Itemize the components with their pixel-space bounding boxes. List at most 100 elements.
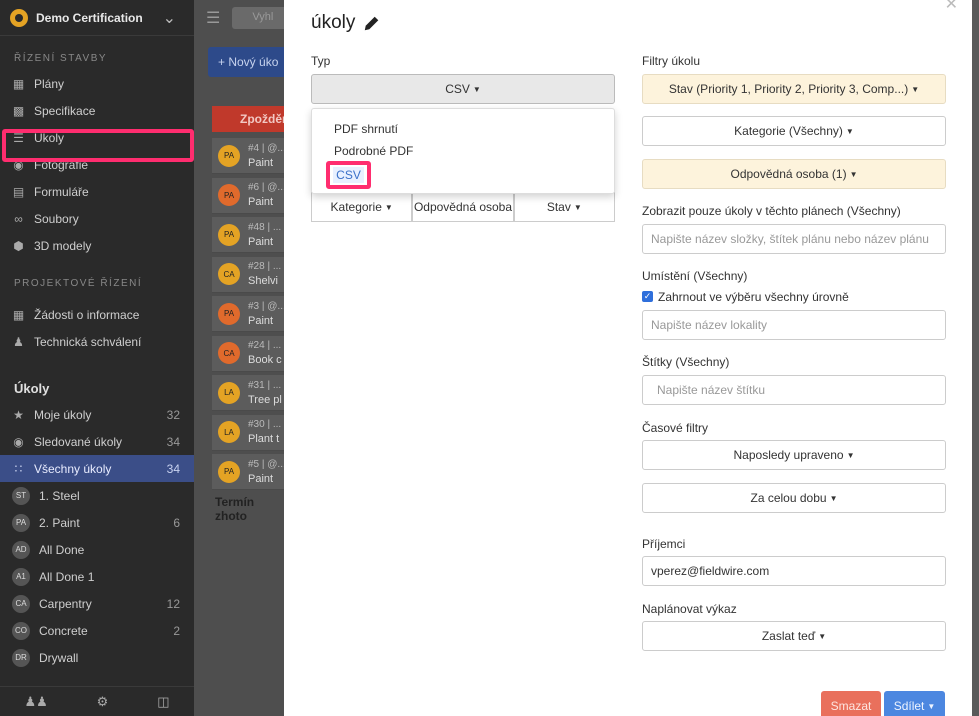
sidebar-item-plans[interactable]: ▦ Plány	[0, 70, 194, 97]
task-name: Tree pl	[248, 393, 282, 406]
option-pdf-summary[interactable]: PDF shrnutí	[334, 122, 398, 136]
status-filter[interactable]: Stav (Priority 1, Priority 2, Priority 3…	[642, 74, 946, 104]
time-filter-modified[interactable]: Naposledy upraveno ▼	[642, 440, 946, 470]
sidebar-item-category[interactable]: A1 All Done 1	[0, 563, 194, 590]
category-badge: DR	[12, 648, 30, 667]
assignee-filter[interactable]: Odpovědná osoba (1) ▼	[642, 159, 946, 189]
task-name: Book c	[248, 354, 282, 366]
type-label: Typ	[311, 54, 331, 68]
task-row[interactable]: CA #24 | ... Book c	[212, 335, 292, 372]
tags-input[interactable]: Napište název štítku	[642, 375, 946, 405]
task-pin: PA	[218, 184, 240, 206]
task-name: Shelvi	[248, 275, 278, 287]
modal-title: úkoly	[311, 12, 381, 34]
category-count: 2	[173, 623, 180, 638]
task-row[interactable]: PA #5 | @... Paint	[212, 454, 292, 490]
app: Demo Certification ⌄ ŘÍZENÍ STAVBY ▦ Plán…	[0, 0, 979, 716]
task-text: #30 | ... Plant t	[248, 418, 281, 446]
gear-icon[interactable]: ⚙	[97, 694, 109, 710]
share-button[interactable]: Sdílet ▼	[884, 691, 945, 716]
tasks-title: Úkoly	[14, 380, 50, 396]
category-filter[interactable]: Kategorie (Všechny) ▼	[642, 116, 946, 146]
task-id: #5 | @...	[248, 458, 286, 470]
task-row[interactable]: PA #3 | @... Paint	[212, 296, 292, 332]
hamburger-icon[interactable]: ☰	[206, 8, 220, 28]
sidebar-item-forms[interactable]: ▤ Formuláře	[0, 178, 194, 205]
backdrop-edge	[972, 0, 979, 716]
sidebar-item-category[interactable]: PA 2. Paint 6	[0, 509, 194, 536]
sidebar-item-files[interactable]: ∞ Soubory	[0, 205, 194, 232]
sidebar-item-3d[interactable]: ⬢ 3D modely	[0, 232, 194, 259]
task-row[interactable]: LA #30 | ... Plant t	[212, 414, 292, 451]
task-row[interactable]: PA #6 | @... Paint	[212, 177, 292, 214]
late-header: Zpožděn	[212, 106, 292, 132]
task-text: #4 | @... Paint	[248, 142, 286, 170]
person-icon: ♟	[13, 334, 24, 349]
recipients-label: Příjemci	[642, 537, 686, 551]
task-pin: PA	[218, 302, 240, 325]
task-row[interactable]: PA #48 | ... Paint	[212, 217, 292, 253]
task-name: Paint	[248, 235, 274, 248]
category-badge: PA	[12, 513, 30, 532]
section-project: PROJEKTOVÉ ŘÍZENÍ	[14, 277, 143, 289]
sidebar-item-all-tasks[interactable]: ∷ Všechny úkoly 34	[0, 455, 194, 482]
sidebar-item-category[interactable]: AD All Done	[0, 536, 194, 563]
paperclip-icon: ∞	[14, 211, 23, 226]
time-filter-range[interactable]: Za celou dobu ▼	[642, 483, 946, 513]
filters-label: Filtry úkolu	[642, 54, 701, 68]
sidebar-item-tasks[interactable]: ☰ Úkoly	[0, 124, 194, 151]
option-csv[interactable]: CSV	[326, 161, 371, 189]
task-row[interactable]: LA #31 | ... Tree pl	[212, 375, 292, 411]
trash-icon[interactable]: ◫	[157, 694, 169, 710]
category-label: Drywall	[39, 650, 79, 665]
category-label: All Done	[39, 542, 85, 557]
project-switcher[interactable]: Demo Certification ⌄	[0, 0, 194, 36]
tab-category[interactable]: Kategorie ▼	[311, 192, 413, 222]
include-levels-checkbox[interactable]: ✓	[642, 291, 653, 302]
sidebar-item-my-tasks[interactable]: ★ Moje úkoly 32	[0, 401, 194, 428]
sidebar-item-submittals[interactable]: ♟ Technická schválení	[0, 328, 194, 355]
grid-icon: ∷	[14, 461, 23, 476]
sidebar-item-watched[interactable]: ◉ Sledované úkoly 34	[0, 428, 194, 455]
sidebar-item-category[interactable]: ST 1. Steel	[0, 482, 194, 509]
task-id: #48 | ...	[248, 221, 282, 233]
task-row[interactable]: CA #28 | ... Shelvi	[212, 256, 292, 293]
sidebar: Demo Certification ⌄ ŘÍZENÍ STAVBY ▦ Plán…	[0, 0, 194, 716]
export-modal: úkoly ✕ Typ CSV ▼ Kategorie ▼ Odpovědná os…	[284, 0, 972, 716]
category-label: All Done 1	[39, 569, 95, 584]
category-label: Concrete	[39, 623, 88, 638]
option-pdf-detail[interactable]: Podrobné PDF	[334, 144, 413, 158]
schedule-select[interactable]: Zaslat teď ▼	[642, 621, 946, 651]
type-select[interactable]: CSV ▼	[311, 74, 615, 104]
camera-icon: ◉	[13, 157, 24, 172]
task-pin: PA	[218, 144, 240, 167]
users-icon[interactable]: ♟♟	[24, 694, 47, 710]
pencil-icon[interactable]	[363, 14, 381, 32]
category-count: 12	[166, 596, 180, 611]
task-row[interactable]: PA #4 | @... Paint	[212, 138, 292, 174]
task-id: #3 | @...	[248, 300, 286, 312]
close-icon[interactable]: ✕	[945, 0, 958, 14]
plans-input[interactable]: Napište název složky, štítek plánu nebo …	[642, 224, 946, 254]
sidebar-item-photos[interactable]: ◉ Fotografie	[0, 151, 194, 178]
chevron-down-icon[interactable]: ⌄	[163, 8, 176, 28]
sidebar-item-category[interactable]: CO Concrete 2	[0, 617, 194, 644]
sidebar-item-rfi[interactable]: ▦ Žádosti o informace	[0, 301, 194, 328]
category-badge: CA	[12, 594, 30, 613]
sidebar-item-specs[interactable]: ▩ Specifikace	[0, 97, 194, 124]
sidebar-item-category[interactable]: DR Drywall	[0, 644, 194, 671]
category-count: 6	[173, 515, 180, 530]
tab-assignee[interactable]: Odpovědná osoba	[412, 192, 514, 222]
sidebar-item-category[interactable]: CA Carpentry 12	[0, 590, 194, 617]
tab-status[interactable]: Stav ▼	[513, 192, 615, 222]
task-text: #3 | @... Paint	[248, 300, 286, 328]
task-pin: PA	[218, 223, 240, 246]
location-input[interactable]: Napište název lokality	[642, 310, 946, 340]
task-id: #31 | ...	[248, 379, 282, 391]
task-id: #30 | ...	[248, 419, 282, 430]
category-label: 1. Steel	[39, 488, 80, 503]
recipients-input[interactable]: vperez@fieldwire.com	[642, 556, 946, 586]
forms-icon: ▤	[12, 184, 25, 199]
delete-button[interactable]: Smazat	[821, 691, 881, 716]
plans-icon: ▦	[12, 76, 25, 91]
